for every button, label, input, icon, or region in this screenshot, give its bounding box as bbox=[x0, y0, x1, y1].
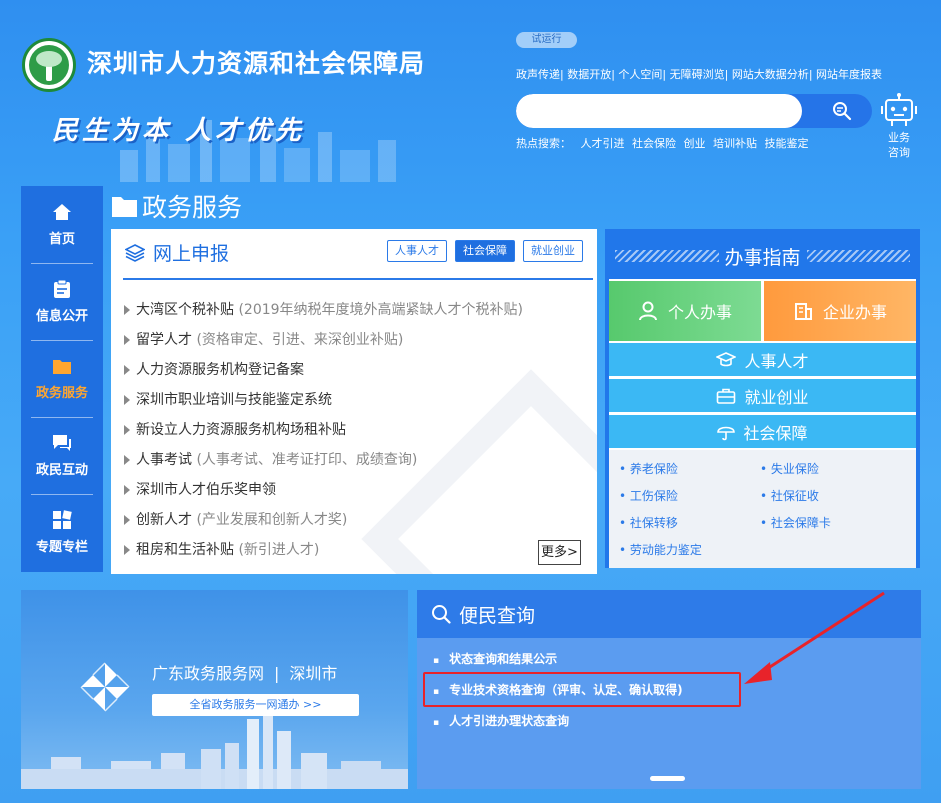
annotation-arrow-icon bbox=[744, 591, 885, 684]
